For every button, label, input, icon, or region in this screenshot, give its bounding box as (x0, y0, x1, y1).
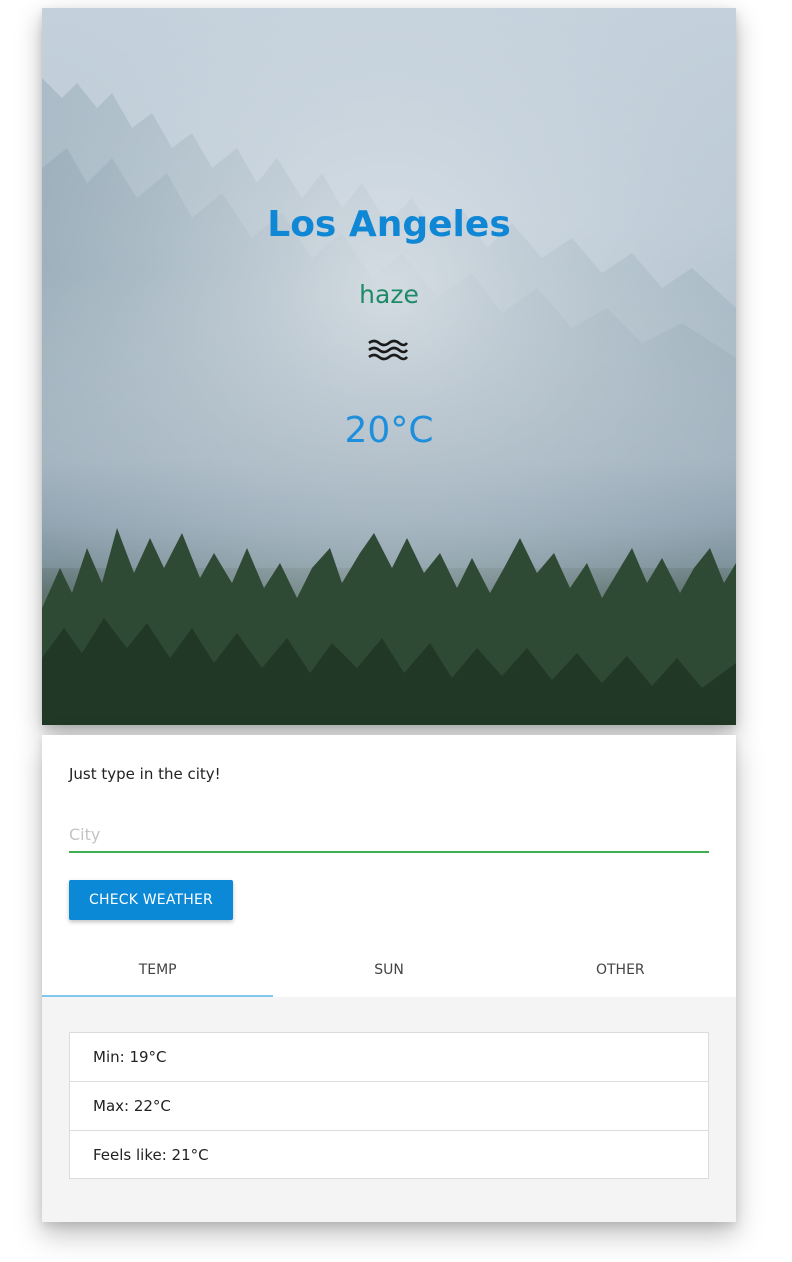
foggy-forest-background (42, 8, 736, 725)
list-item-feels-like: Feels like: 21°C (93, 1146, 209, 1164)
haze-icon (368, 339, 409, 361)
details-tabs: TEMP SUN OTHER (42, 940, 736, 997)
city-input[interactable] (69, 817, 709, 853)
list-item-min-temp: Min: 19°C (70, 1033, 708, 1082)
weather-condition: haze (359, 280, 419, 309)
temp-details-list: Min: 19°C Max: 22°C Feels like: 21°C (69, 1032, 709, 1179)
city-name: Los Angeles (267, 204, 511, 245)
tab-panel-temp: Min: 19°C Max: 22°C Feels like: 21°C (42, 997, 736, 1222)
tab-temp[interactable]: TEMP (42, 940, 274, 997)
weather-hero-card: Los Angeles haze 20°C (42, 8, 736, 725)
search-hint: Just type in the city! (69, 765, 221, 783)
tab-other[interactable]: OTHER (505, 940, 736, 997)
tab-sun[interactable]: SUN (273, 940, 504, 997)
current-temperature: 20°C (344, 410, 434, 451)
search-and-details-card: Just type in the city! CHECK WEATHER TEM… (42, 735, 736, 1222)
list-item-max-temp: Max: 22°C (70, 1082, 708, 1131)
check-weather-button[interactable]: CHECK WEATHER (69, 880, 233, 920)
